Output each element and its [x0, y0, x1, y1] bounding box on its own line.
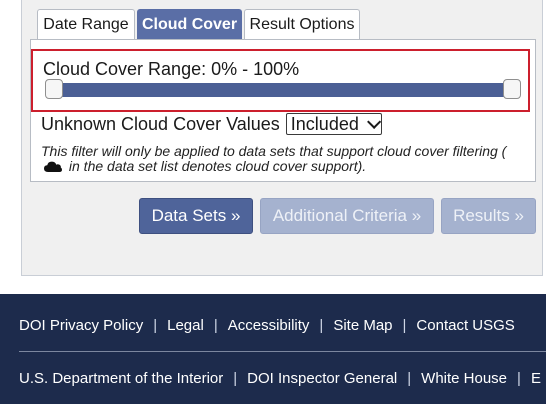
footer-separator: | — [213, 317, 218, 334]
footer-link-accessibility[interactable]: Accessibility — [228, 317, 310, 334]
note-text-start: This filter will only be applied to data… — [41, 143, 507, 159]
site-footer: DOI Privacy Policy | Legal | Accessibili… — [0, 294, 546, 404]
footer-divider — [19, 351, 546, 352]
unknown-cloud-cover-select[interactable]: Included — [285, 113, 382, 135]
footer-link-doi[interactable]: U.S. Department of the Interior — [19, 370, 223, 387]
footer-separator: | — [233, 370, 238, 387]
footer-link-contact-usgs[interactable]: Contact USGS — [416, 317, 514, 334]
footer-link-site-map[interactable]: Site Map — [333, 317, 392, 334]
cloud-cover-note: This filter will only be applied to data… — [41, 144, 521, 174]
results-button[interactable]: Results » — [441, 198, 536, 234]
footer-separator: | — [407, 370, 412, 387]
cloud-cover-range-box: Cloud Cover Range: 0% - 100% — [31, 49, 530, 112]
cloud-icon — [44, 161, 62, 172]
unknown-cloud-cover-label: Unknown Cloud Cover Values — [41, 113, 280, 134]
unknown-cloud-cover-row: Unknown Cloud Cover Values Included — [41, 113, 382, 135]
footer-links-row-1: DOI Privacy Policy | Legal | Accessibili… — [19, 317, 515, 334]
cloud-cover-slider[interactable] — [51, 83, 511, 97]
data-sets-button[interactable]: Data Sets » — [139, 198, 253, 234]
tab-cloud-cover[interactable]: Cloud Cover — [137, 9, 242, 39]
chevron-down-icon — [366, 114, 382, 129]
cloud-cover-tab-content: Cloud Cover Range: 0% - 100% Unknown Clo… — [30, 39, 536, 182]
footer-link-doi-inspector-general[interactable]: DOI Inspector General — [247, 370, 397, 387]
additional-criteria-button[interactable]: Additional Criteria » — [260, 198, 434, 234]
footer-separator: | — [319, 317, 324, 334]
cloud-cover-range-label: Cloud Cover Range: 0% - 100% — [43, 59, 300, 79]
tab-date-range[interactable]: Date Range — [37, 9, 135, 39]
select-value: Included — [290, 113, 359, 134]
tab-result-options[interactable]: Result Options — [244, 9, 360, 39]
footer-link-truncated[interactable]: E — [531, 370, 541, 387]
footer-link-legal[interactable]: Legal — [167, 317, 204, 334]
footer-separator: | — [517, 370, 521, 387]
footer-link-privacy[interactable]: DOI Privacy Policy — [19, 317, 143, 334]
footer-links-row-2: U.S. Department of the Interior | DOI In… — [19, 370, 541, 387]
note-text-end: in the data set list denotes cloud cover… — [65, 158, 367, 174]
footer-separator: | — [402, 317, 407, 334]
slider-max-handle[interactable] — [503, 79, 521, 99]
slider-min-handle[interactable] — [45, 79, 63, 99]
footer-separator: | — [153, 317, 158, 334]
footer-link-white-house[interactable]: White House — [421, 370, 507, 387]
